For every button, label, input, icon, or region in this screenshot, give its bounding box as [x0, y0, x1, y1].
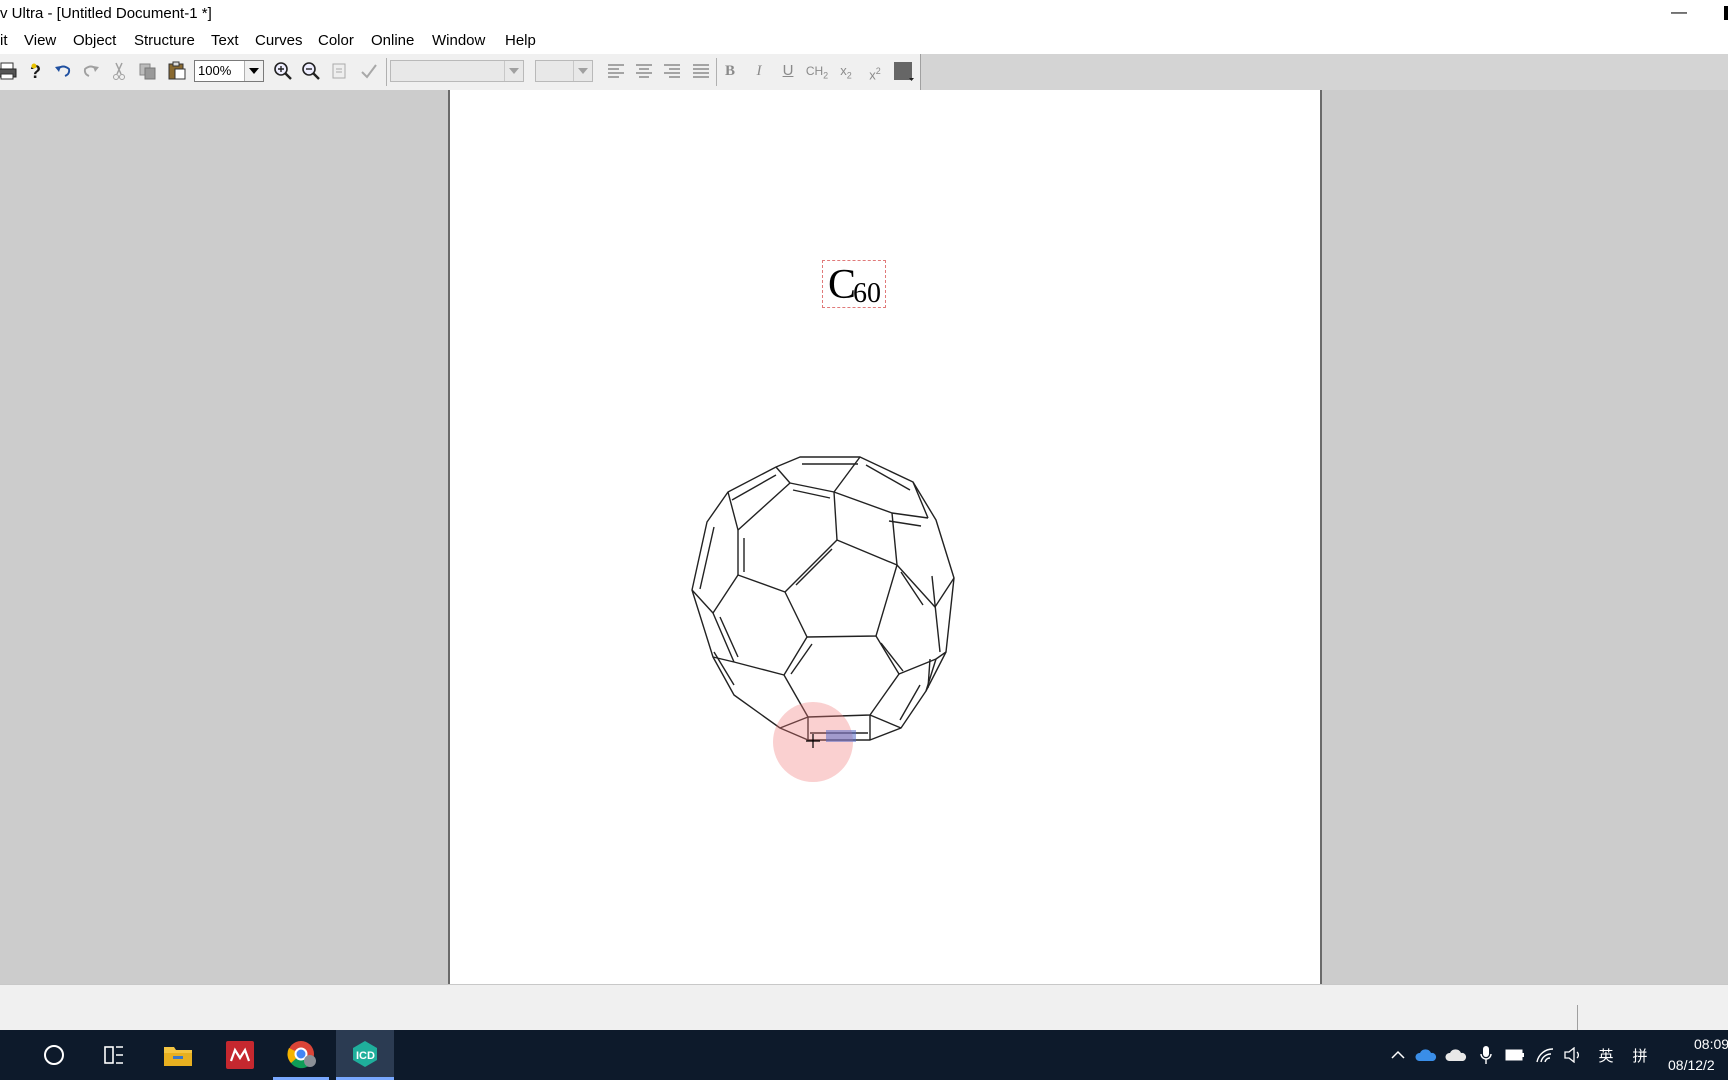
formula-button[interactable]: CH2 [805, 60, 829, 82]
bold-button[interactable]: B [718, 60, 742, 82]
clock-time: 08:09 [1694, 1036, 1728, 1052]
system-clock[interactable]: 08:09 08/12/2 [1668, 1034, 1728, 1076]
svg-text:ICD: ICD [356, 1050, 375, 1062]
underline-button[interactable]: U [776, 60, 800, 82]
volume-icon[interactable] [1562, 1044, 1584, 1066]
menu-color[interactable]: Color [316, 32, 356, 49]
chevron-down-icon[interactable] [244, 61, 263, 81]
formula-label: CH [805, 64, 824, 78]
undo-icon[interactable] [52, 60, 74, 82]
c60-label-subscript: 60 [853, 278, 881, 309]
zoom-select[interactable]: 100% [194, 60, 264, 82]
menu-bar: it View Object Structure Text Curves Col… [0, 30, 1728, 54]
c60-label-letter: C [828, 262, 857, 308]
check-structure-icon[interactable] [358, 60, 380, 82]
ime-language-indicator[interactable]: 英 [1596, 1044, 1616, 1066]
chemdraw-icon[interactable]: ICD [336, 1030, 394, 1080]
title-bar: v Ultra - [Untitled Document-1 *] — [0, 0, 1728, 30]
menu-window[interactable]: Window [430, 32, 487, 49]
zoom-out-icon[interactable] [300, 60, 322, 82]
search-icon[interactable] [26, 1030, 82, 1080]
font-size-select[interactable] [535, 60, 593, 82]
microphone-icon[interactable] [1476, 1044, 1496, 1066]
window-edge-control[interactable] [1724, 6, 1728, 20]
align-center-icon[interactable] [633, 60, 655, 82]
menu-online[interactable]: Online [369, 32, 416, 49]
onedrive-personal-icon[interactable] [1444, 1044, 1468, 1066]
italic-button[interactable]: I [747, 60, 771, 82]
window-title: v Ultra - [Untitled Document-1 *] [0, 5, 212, 22]
task-view-icon[interactable] [86, 1030, 142, 1080]
menu-curves[interactable]: Curves [253, 32, 305, 49]
ime-mode-indicator[interactable]: 拼 [1630, 1044, 1650, 1066]
clock-date: 08/12/2 [1668, 1057, 1715, 1073]
menu-view[interactable]: View [22, 32, 58, 49]
paste-icon[interactable] [166, 60, 188, 82]
menu-object[interactable]: Object [71, 32, 118, 49]
text-color-icon[interactable] [893, 60, 915, 82]
cut-icon[interactable] [108, 60, 130, 82]
align-left-icon[interactable] [605, 60, 627, 82]
menu-text[interactable]: Text [209, 32, 241, 49]
show-stereo-icon[interactable] [329, 60, 351, 82]
start-icon[interactable] [0, 1030, 14, 1080]
minimize-button[interactable]: — [1665, 0, 1693, 28]
toolbar-separator [386, 58, 387, 86]
toolbar-buttons: ? 100% B I U CH2 x2 x2 [0, 54, 921, 90]
onedrive-icon[interactable] [1414, 1044, 1438, 1066]
wifi-icon[interactable] [1534, 1044, 1556, 1066]
align-justify-icon[interactable] [690, 60, 712, 82]
crosshair-cursor-icon [806, 734, 820, 748]
file-explorer-icon[interactable] [150, 1030, 206, 1080]
toolbar: ? 100% B I U CH2 x2 x2 [0, 54, 1728, 91]
align-right-icon[interactable] [661, 60, 683, 82]
battery-icon[interactable] [1504, 1044, 1526, 1066]
c60-text-label[interactable]: C 60 [822, 260, 886, 309]
tray-chevron-up-icon[interactable] [1388, 1044, 1408, 1066]
zoom-in-icon[interactable] [272, 60, 294, 82]
copy-icon[interactable] [137, 60, 159, 82]
mendeley-icon[interactable] [212, 1030, 268, 1080]
toolbar-separator [716, 58, 717, 86]
chrome-icon[interactable] [273, 1030, 329, 1080]
status-bar [0, 984, 1728, 1031]
superscript-button[interactable]: x2 [863, 60, 887, 82]
chevron-down-icon[interactable] [573, 61, 592, 81]
status-pane [1577, 1005, 1728, 1031]
subscript-button[interactable]: x2 [834, 60, 858, 82]
chevron-down-icon[interactable] [504, 61, 523, 81]
help-icon[interactable]: ? [24, 60, 46, 82]
bond-selection-highlight [826, 730, 856, 742]
taskbar: ICD 英 拼 08:09 08/12/2 [0, 1030, 1728, 1080]
menu-edit[interactable]: it [0, 32, 10, 49]
formula-subscript: 2 [823, 70, 829, 81]
zoom-value: 100% [198, 63, 232, 78]
font-select[interactable] [390, 60, 524, 82]
redo-icon[interactable] [80, 60, 102, 82]
menu-help[interactable]: Help [503, 32, 538, 49]
print-icon[interactable] [0, 60, 18, 82]
superscript-digit: 2 [875, 66, 881, 76]
menu-structure[interactable]: Structure [132, 32, 197, 49]
subscript-digit: 2 [846, 70, 852, 81]
